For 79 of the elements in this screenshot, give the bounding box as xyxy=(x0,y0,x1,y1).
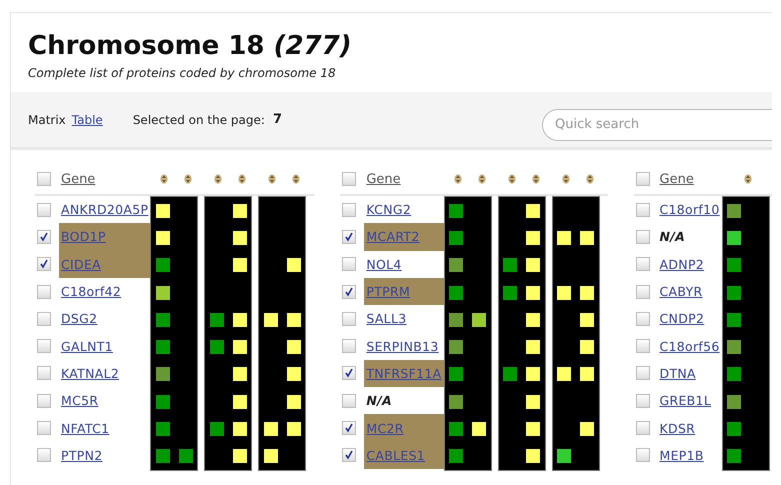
gene-name: N/A xyxy=(660,229,686,244)
checkbox[interactable] xyxy=(636,230,650,244)
sort-icon[interactable] xyxy=(454,174,462,184)
gene-link[interactable]: PTPN2 xyxy=(61,448,103,463)
gene-link[interactable]: DSG2 xyxy=(61,311,98,326)
gene-link[interactable]: KCNG2 xyxy=(366,202,412,218)
checkbox[interactable] xyxy=(37,202,51,217)
column-header[interactable]: Gene xyxy=(59,172,152,186)
gene-link[interactable]: NOL4 xyxy=(366,256,402,272)
checkbox[interactable] xyxy=(37,366,51,380)
checkbox[interactable] xyxy=(636,257,650,272)
view-link[interactable]: Table xyxy=(72,112,103,126)
sort-icon[interactable] xyxy=(238,174,246,184)
sort-icon[interactable] xyxy=(532,174,540,184)
checkbox[interactable] xyxy=(636,284,650,299)
sort-icon[interactable] xyxy=(268,174,276,184)
checkbox[interactable] xyxy=(37,312,51,326)
checkbox[interactable] xyxy=(636,421,650,436)
page-title: Chromosome 18 (277) xyxy=(28,30,353,62)
sort-icon[interactable] xyxy=(184,174,192,184)
gene-name: N/A xyxy=(366,393,392,408)
checkbox[interactable] xyxy=(342,448,356,462)
sort-icon[interactable] xyxy=(508,174,516,184)
gene-link[interactable]: ANKRD20A5P xyxy=(61,202,148,218)
gene-link[interactable]: MC5R xyxy=(61,393,98,408)
checkbox[interactable] xyxy=(636,312,650,326)
sort-icon[interactable] xyxy=(744,174,752,184)
selected-label: Selected on the page: xyxy=(132,112,265,126)
checkbox[interactable] xyxy=(342,230,356,244)
checkbox[interactable] xyxy=(636,448,650,462)
gene-link[interactable]: C18orf56 xyxy=(660,338,720,354)
sort-icon[interactable] xyxy=(562,174,570,184)
checkbox[interactable] xyxy=(37,230,51,244)
sort-icon[interactable] xyxy=(160,174,168,184)
checkbox[interactable] xyxy=(342,172,356,186)
checkbox[interactable] xyxy=(636,366,650,380)
gene-link[interactable]: CABYR xyxy=(660,284,703,300)
checkbox[interactable] xyxy=(37,284,51,299)
sort-icon[interactable] xyxy=(292,174,300,184)
sort-icon[interactable] xyxy=(478,174,486,184)
column-header[interactable]: Gene xyxy=(658,172,724,186)
view-link[interactable]: Matrix xyxy=(28,112,66,126)
checkbox[interactable] xyxy=(37,257,51,272)
sort-icon[interactable] xyxy=(214,174,222,184)
checkbox[interactable] xyxy=(636,394,650,408)
gene-link[interactable]: SALL3 xyxy=(366,311,406,326)
checkbox[interactable] xyxy=(37,339,51,354)
checkbox[interactable] xyxy=(636,202,650,217)
gene-link[interactable]: ADNP2 xyxy=(660,256,704,272)
gene-link[interactable]: C18orf10 xyxy=(660,202,720,218)
checkbox[interactable] xyxy=(37,421,51,436)
checkbox[interactable] xyxy=(37,448,51,462)
checkbox[interactable] xyxy=(636,172,650,186)
selected-count: 7 xyxy=(272,112,282,127)
checkbox[interactable] xyxy=(342,284,356,299)
checkbox[interactable] xyxy=(342,339,356,354)
checkbox[interactable] xyxy=(342,312,356,326)
column-header[interactable]: Gene xyxy=(364,172,446,186)
gene-link[interactable]: C18orf42 xyxy=(61,284,122,300)
gene-link[interactable]: MEP1B xyxy=(660,448,704,463)
checkbox[interactable] xyxy=(342,257,356,272)
checkbox[interactable] xyxy=(342,394,356,408)
checkbox[interactable] xyxy=(342,366,356,380)
gene-link[interactable]: KDSR xyxy=(660,420,696,436)
gene-link[interactable]: DTNA xyxy=(660,366,696,381)
sort-icon[interactable] xyxy=(586,174,594,184)
page-subtitle: Complete list of proteins coded by chromosome 18 xyxy=(28,66,337,80)
checkbox[interactable] xyxy=(37,172,51,186)
checkbox[interactable] xyxy=(342,202,356,217)
gene-link[interactable]: NFATC1 xyxy=(61,420,110,436)
search-field[interactable]: Quick search xyxy=(542,108,772,140)
checkbox[interactable] xyxy=(37,394,51,408)
gene-link[interactable]: GALNT1 xyxy=(61,338,113,354)
checkbox[interactable] xyxy=(342,421,356,436)
gene-link[interactable]: KATNAL2 xyxy=(61,366,120,381)
gene-link[interactable]: SERPINB13 xyxy=(366,338,439,354)
checkbox[interactable] xyxy=(636,339,650,354)
gene-link[interactable]: GREB1L xyxy=(660,393,712,408)
gene-link[interactable]: CNDP2 xyxy=(660,311,704,326)
